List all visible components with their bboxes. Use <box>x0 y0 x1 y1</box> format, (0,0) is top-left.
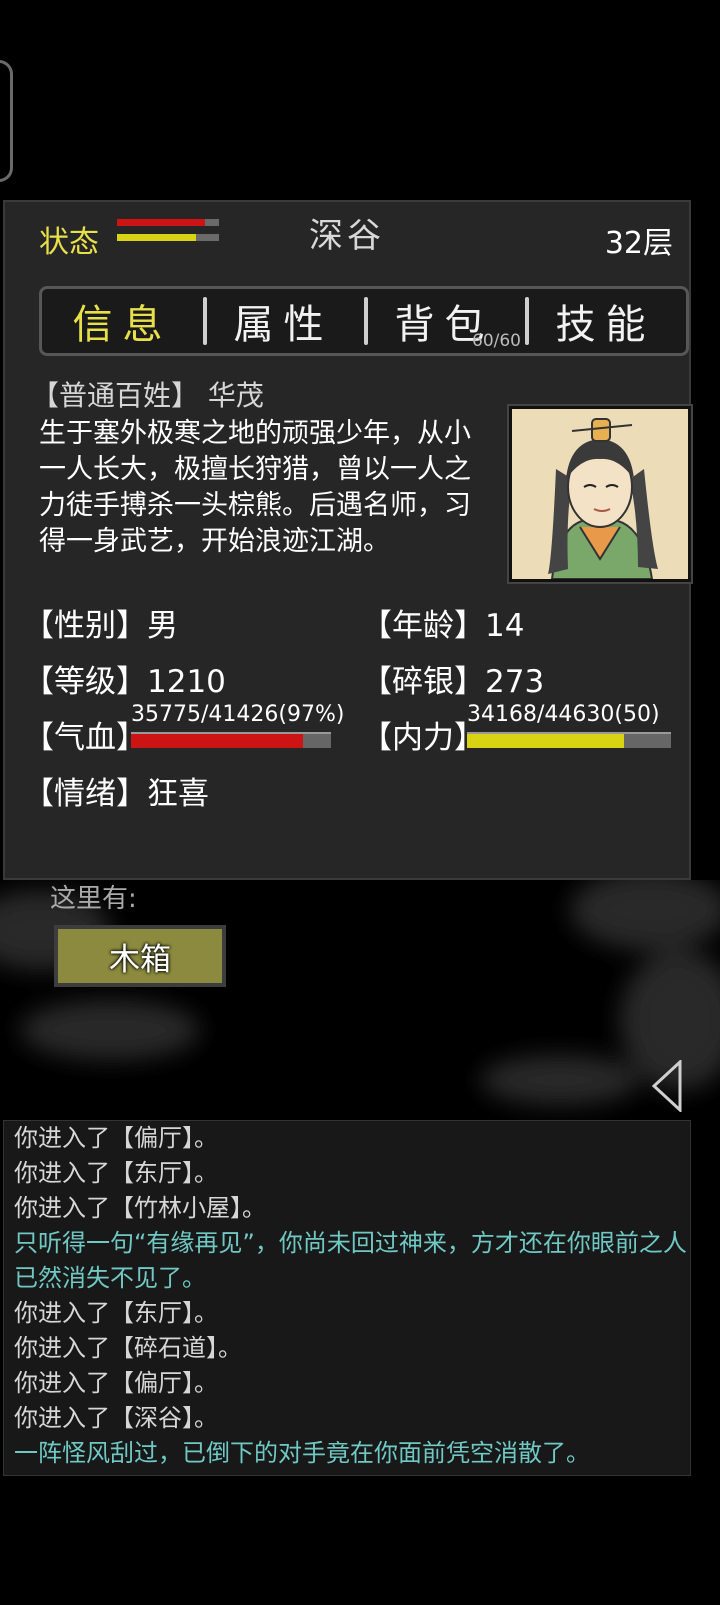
level-key: 【等级】 <box>23 664 147 700</box>
mood-stat: 【情绪】狂喜 <box>23 768 209 813</box>
level-stat: 【等级】1210 <box>23 656 226 701</box>
silver-value: 273 <box>485 664 545 700</box>
character-bio: 生于塞外极寒之地的顽强少年，从小一人长大，极擅长狩猎，曾以一人之力徒手搏杀一头棕… <box>39 418 471 557</box>
tab-label: 属性 <box>233 302 334 348</box>
gender-key: 【性别】 <box>23 608 147 644</box>
age-key: 【年龄】 <box>361 608 485 644</box>
log-line: 你进入了【东厅】。 <box>14 1159 218 1187</box>
floor-indicator: 32层 <box>604 226 673 261</box>
hp-bar <box>131 732 331 748</box>
here-label: 这里有: <box>50 884 137 914</box>
chevron-left-icon[interactable] <box>650 1060 684 1112</box>
character-title: 【普通百姓】 华茂 <box>31 379 264 412</box>
log-line: 你进入了【深谷】。 <box>14 1404 218 1432</box>
tab-skills[interactable]: 技能 <box>525 289 686 353</box>
silver-key: 【碎银】 <box>361 664 485 700</box>
wooden-chest-label: 木箱 <box>109 941 171 978</box>
tab-attributes[interactable]: 属性 <box>203 289 364 353</box>
tab-bar: 信息 属性 背包 60/60 技能 <box>39 286 689 356</box>
log-line: 你进入了【东厅】。 <box>14 1299 218 1327</box>
mp-text: 34168/44630(50) <box>467 702 660 727</box>
gender-value: 男 <box>147 608 178 644</box>
level-value: 1210 <box>147 664 226 700</box>
tab-info[interactable]: 信息 <box>42 289 203 353</box>
character-portrait <box>509 406 691 582</box>
location-title: 深谷 <box>309 216 385 256</box>
mood-value: 狂喜 <box>147 776 209 812</box>
log-line: 一阵怪风刮过，已倒下的对手竟在你面前凭空消散了。 <box>14 1439 590 1467</box>
gender-stat: 【性别】男 <box>23 600 178 645</box>
log-line: 只听得一句“有缘再见”，你尚未回过神来，方才还在你眼前之人已然消失不见了。 <box>14 1229 687 1292</box>
smoke-background <box>0 880 720 1105</box>
message-log[interactable]: 你进入了【偏厅】。 你进入了【东厅】。 你进入了【竹林小屋】。 只听得一句“有缘再见”… <box>3 1120 691 1476</box>
hp-key: 【气血】 <box>23 720 147 756</box>
hp-text: 35775/41426(97%) <box>131 702 345 727</box>
side-drawer-handle[interactable] <box>0 60 13 182</box>
mp-bar <box>467 732 671 748</box>
character-panel: 状态 深谷 32层 信息 属性 背包 60/60 技能 【普通百姓】 华茂 生于塞… <box>3 200 691 880</box>
log-line: 你进入了【竹林小屋】。 <box>14 1194 266 1222</box>
backpack-capacity-badge: 60/60 <box>472 331 521 351</box>
mood-key: 【情绪】 <box>23 776 147 812</box>
log-line: 你进入了【碎石道】。 <box>14 1334 242 1362</box>
tab-label: 信息 <box>72 302 173 348</box>
wooden-chest-button[interactable]: 木箱 <box>54 925 226 987</box>
age-value: 14 <box>485 608 525 644</box>
tab-backpack[interactable]: 背包 60/60 <box>364 289 525 353</box>
log-line: 你进入了【偏厅】。 <box>14 1124 218 1152</box>
log-line: 你进入了【偏厅】。 <box>14 1369 218 1397</box>
age-stat: 【年龄】14 <box>361 600 524 645</box>
silver-stat: 【碎银】273 <box>361 656 544 701</box>
tab-label: 技能 <box>555 302 656 348</box>
